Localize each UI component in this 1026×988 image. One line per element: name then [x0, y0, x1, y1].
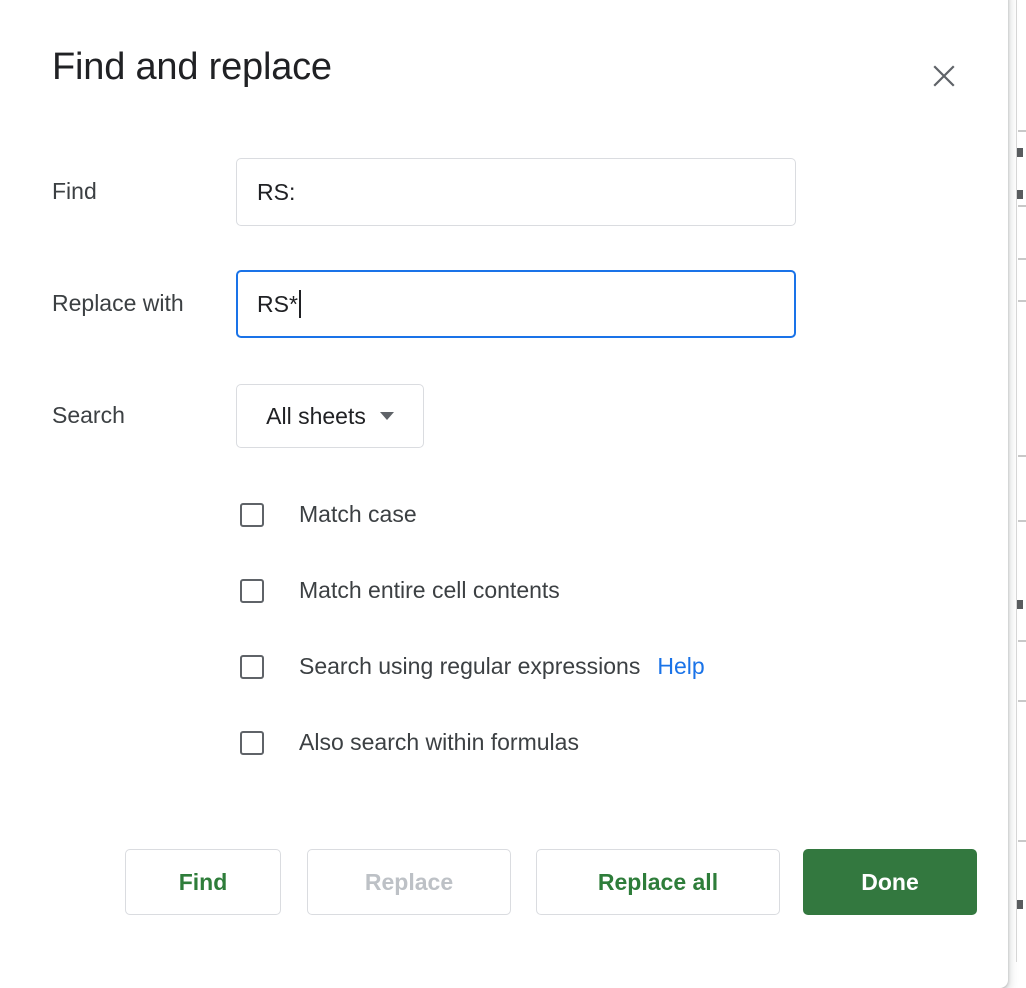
replace-button: Replace: [307, 849, 511, 915]
search-scope-value: All sheets: [266, 403, 366, 430]
search-scope-dropdown[interactable]: All sheets: [236, 384, 424, 448]
find-input[interactable]: [236, 158, 796, 226]
search-label: Search: [52, 402, 125, 429]
sheet-grid-line: [1016, 0, 1017, 962]
chevron-down-icon: [380, 412, 394, 420]
done-button[interactable]: Done: [803, 849, 977, 915]
checkbox-label: Also search within formulas: [299, 729, 579, 756]
replace-all-button[interactable]: Replace all: [536, 849, 780, 915]
replace-with-input[interactable]: RS*: [236, 270, 796, 338]
help-link[interactable]: Help: [657, 653, 704, 680]
sheet-row-tick: [1018, 840, 1026, 842]
sheet-cell-fragment: [1017, 600, 1023, 609]
sheet-row-tick: [1018, 700, 1026, 702]
find-button[interactable]: Find: [125, 849, 281, 915]
replace-with-label: Replace with: [52, 290, 184, 317]
checkbox-box[interactable]: [240, 655, 264, 679]
checkbox-label: Match case: [299, 501, 417, 528]
dialog-title: Find and replace: [52, 46, 332, 89]
sheet-cell-fragment: [1017, 190, 1023, 199]
checkbox-box[interactable]: [240, 731, 264, 755]
sheet-row-tick: [1018, 520, 1026, 522]
checkbox-label: Search using regular expressions: [299, 653, 640, 680]
close-icon[interactable]: [920, 52, 968, 100]
sheet-row-tick: [1018, 640, 1026, 642]
checkbox-also-search-within-formulas[interactable]: Also search within formulas: [240, 729, 579, 756]
replace-with-value: RS*: [257, 291, 298, 318]
sheet-row-tick: [1018, 455, 1026, 457]
checkbox-match-entire-cell-contents[interactable]: Match entire cell contents: [240, 577, 560, 604]
checkbox-search-using-regular-expressions[interactable]: Search using regular expressions Help: [240, 653, 705, 680]
checkbox-match-case[interactable]: Match case: [240, 501, 417, 528]
checkbox-box[interactable]: [240, 579, 264, 603]
sheet-row-tick: [1018, 258, 1026, 260]
sheet-cell-fragment: [1017, 900, 1023, 909]
find-label: Find: [52, 178, 97, 205]
text-caret: [299, 290, 301, 318]
sheet-row-tick: [1018, 205, 1026, 207]
checkbox-label: Match entire cell contents: [299, 577, 560, 604]
find-and-replace-dialog: Find and replace Find Replace with RS* S…: [0, 0, 1008, 988]
sheet-row-tick: [1018, 300, 1026, 302]
sheet-row-tick: [1018, 130, 1026, 132]
sheet-cell-fragment: [1017, 148, 1023, 157]
checkbox-box[interactable]: [240, 503, 264, 527]
